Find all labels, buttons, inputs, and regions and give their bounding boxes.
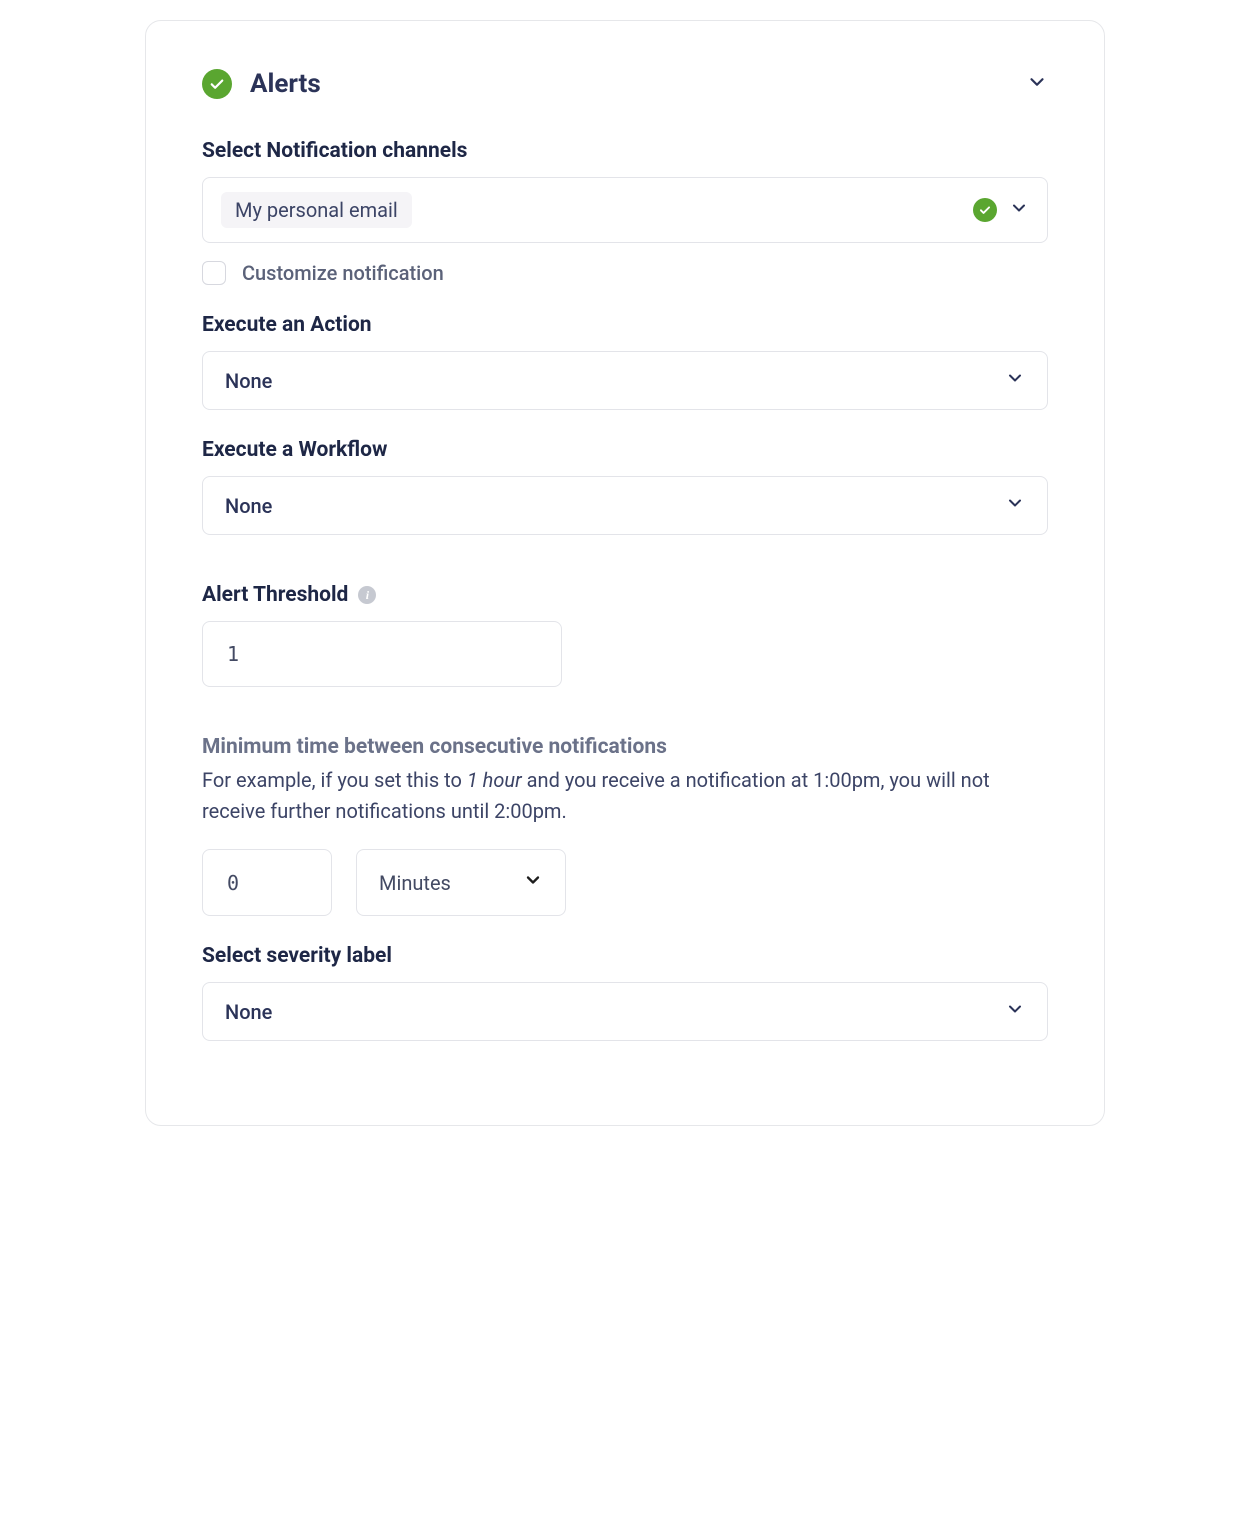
section-header-left: Alerts (202, 69, 321, 99)
min-time-help: For example, if you set this to 1 hour a… (202, 765, 1048, 827)
customize-notification-label: Customize notification (242, 261, 444, 285)
info-icon[interactable]: i (358, 586, 376, 604)
action-label: Execute an Action (202, 313, 1048, 337)
customize-notification-checkbox[interactable] (202, 261, 226, 285)
threshold-label: Alert Threshold i (202, 583, 1048, 607)
check-circle-icon (973, 198, 997, 222)
threshold-input[interactable] (202, 621, 562, 687)
chevron-down-icon (523, 870, 543, 895)
severity-field-group: Select severity label None (202, 944, 1048, 1041)
alerts-card: Alerts Select Notification channels My p… (145, 20, 1105, 1126)
alerts-section-header[interactable]: Alerts (202, 69, 1048, 99)
min-time-help-italic: 1 hour (467, 768, 522, 792)
chevron-down-icon (1005, 493, 1025, 518)
workflow-label: Execute a Workflow (202, 438, 1048, 462)
channels-multiselect[interactable]: My personal email (202, 177, 1048, 243)
section-title: Alerts (250, 69, 321, 99)
workflow-select[interactable]: None (202, 476, 1048, 535)
workflow-field-group: Execute a Workflow None (202, 438, 1048, 535)
min-time-unit-select[interactable]: Minutes (356, 849, 566, 916)
threshold-field-group: Alert Threshold i (202, 583, 1048, 687)
min-time-help-prefix: For example, if you set this to (202, 768, 467, 792)
check-circle-icon (202, 69, 232, 99)
min-time-field-group: Minimum time between consecutive notific… (202, 735, 1048, 916)
severity-select[interactable]: None (202, 982, 1048, 1041)
chevron-down-icon[interactable] (1026, 71, 1048, 97)
workflow-select-value: None (225, 494, 272, 518)
channels-chip[interactable]: My personal email (221, 192, 412, 228)
chevron-down-icon (1005, 368, 1025, 393)
min-time-unit-value: Minutes (379, 871, 451, 895)
channels-select-right (973, 198, 1029, 222)
threshold-label-text: Alert Threshold (202, 583, 348, 607)
severity-label: Select severity label (202, 944, 1048, 968)
chevron-down-icon[interactable] (1009, 198, 1029, 222)
channels-label: Select Notification channels (202, 139, 1048, 163)
min-time-label: Minimum time between consecutive notific… (202, 735, 1048, 759)
action-field-group: Execute an Action None (202, 313, 1048, 410)
min-time-value-input[interactable] (202, 849, 332, 916)
min-time-inputs: Minutes (202, 849, 1048, 916)
severity-select-value: None (225, 1000, 272, 1024)
customize-notification-row[interactable]: Customize notification (202, 261, 1048, 285)
action-select[interactable]: None (202, 351, 1048, 410)
action-select-value: None (225, 369, 272, 393)
chevron-down-icon (1005, 999, 1025, 1024)
channels-field-group: Select Notification channels My personal… (202, 139, 1048, 285)
